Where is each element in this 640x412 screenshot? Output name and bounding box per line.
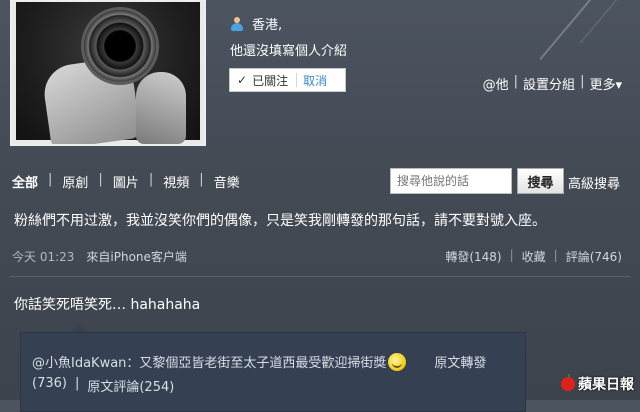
check-icon: ✓ <box>237 73 248 87</box>
post-actions: 轉發(148) | 收藏 | 評論(746) <box>445 248 622 265</box>
user-icon <box>230 16 244 31</box>
chevron-down-icon: ▾ <box>615 78 622 93</box>
separator: | <box>199 172 204 187</box>
post-time[interactable]: 今天 01:23 <box>12 248 74 265</box>
smiley-icon <box>388 352 407 371</box>
profile-bio: 他還沒填寫個人介紹 <box>230 44 348 59</box>
tab-videos[interactable]: 視頻 <box>163 172 189 191</box>
search-input[interactable] <box>390 168 512 194</box>
separator: | <box>98 172 103 187</box>
feed-tabs: 全部 | 原創 | 圖片 | 視頻 | 音樂 <box>12 172 240 191</box>
avatar-photo <box>16 2 200 144</box>
tab-all[interactable]: 全部 <box>12 172 38 191</box>
post-source[interactable]: 來自iPhone客户端 <box>86 248 187 265</box>
comment-button[interactable]: 評論(746) <box>566 248 622 265</box>
separator: | <box>48 172 53 187</box>
tab-music[interactable]: 音樂 <box>214 172 240 191</box>
separator: | <box>513 74 519 89</box>
more-menu-link[interactable]: 更多▾ <box>589 74 622 93</box>
profile-location: 香港, <box>230 14 282 33</box>
avatar-hand-shape <box>136 72 186 144</box>
separator: | <box>553 248 558 262</box>
post-divider <box>10 276 630 277</box>
repost-text: 你話笑死唔笑死… hahahaha <box>14 297 201 313</box>
post-meta: 今天 01:23 來自iPhone客户端 <box>12 248 187 265</box>
separator: | <box>580 74 585 89</box>
original-forward-count[interactable]: (736) <box>32 376 67 395</box>
advanced-search-link[interactable]: 高級搜尋 <box>568 173 620 192</box>
separator: | <box>74 376 80 391</box>
divider <box>296 73 298 87</box>
separator: | <box>509 248 514 262</box>
quoted-post-actions: (736) | 原文評論(254) <box>32 376 174 395</box>
camera-lens-shape <box>84 10 156 82</box>
mention-link[interactable]: @他 <box>483 74 509 93</box>
tab-original[interactable]: 原創 <box>62 172 88 191</box>
search-button[interactable]: 搜尋 <box>517 168 564 194</box>
newspaper-watermark: 蘋果日報 <box>561 374 634 394</box>
tab-pictures[interactable]: 圖片 <box>113 172 139 191</box>
favorite-button[interactable]: 收藏 <box>522 248 546 265</box>
follow-status-box: ✓ 已關注 取消 <box>229 68 346 92</box>
more-label: 更多 <box>589 78 616 93</box>
post-text: 粉絲們不用过激，我並沒笑你們的偶像，只是笑我剛轉發的那句話，請不要對號入座。 <box>14 213 546 229</box>
quoted-post <box>20 332 526 412</box>
forward-button[interactable]: 轉發(148) <box>445 248 501 265</box>
profile-avatar[interactable] <box>10 0 206 146</box>
quoted-post-line: @小魚IdaKwan：又黎個亞皆老街至太子道西最受歡迎掃街獎 原文轉發 <box>32 352 486 371</box>
original-comment-link[interactable]: 原文評論(254) <box>87 376 174 395</box>
apple-logo-icon <box>561 374 575 391</box>
location-text: 香港, <box>252 18 283 33</box>
original-forward-link[interactable]: 原文轉發 <box>434 352 486 371</box>
quoted-post-text[interactable]: @小魚IdaKwan：又黎個亞皆老街至太子道西最受歡迎掃街獎 <box>32 352 386 371</box>
unfollow-button[interactable]: 取消 <box>303 72 327 89</box>
watermark-text: 蘋果日報 <box>578 377 634 393</box>
set-group-link[interactable]: 設置分組 <box>523 74 575 93</box>
profile-actions: @他 | 設置分組 | 更多▾ <box>483 74 622 93</box>
separator: | <box>148 172 154 187</box>
followed-label: 已關注 <box>252 73 289 88</box>
